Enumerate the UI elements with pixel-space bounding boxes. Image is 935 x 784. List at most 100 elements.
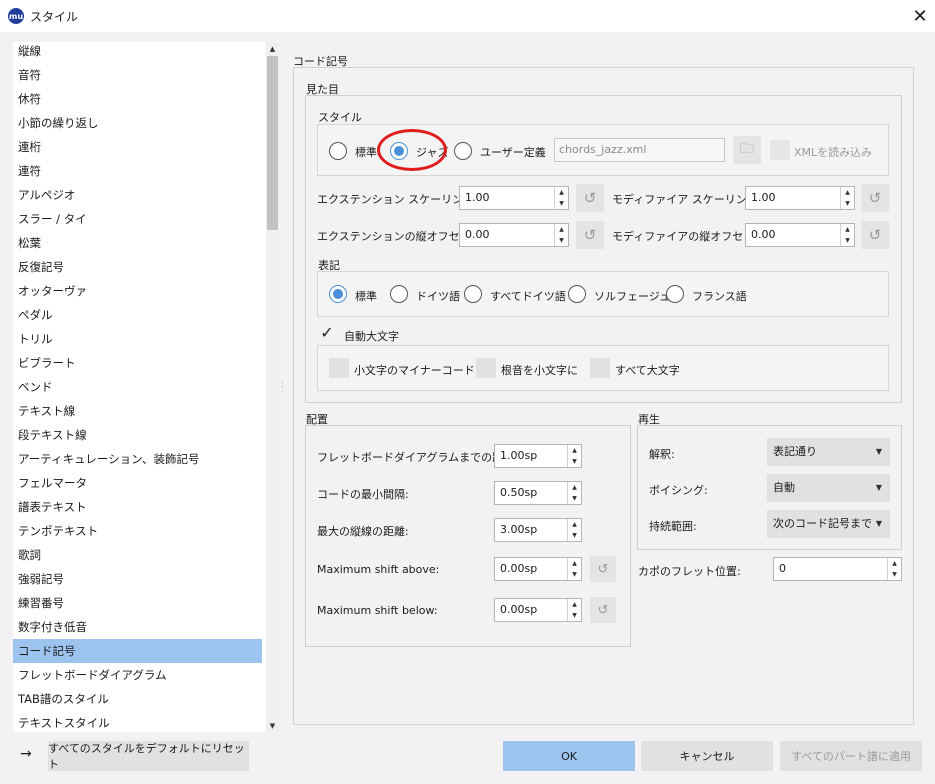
spin-down-icon[interactable]: ▼	[888, 569, 901, 580]
duration-dropdown[interactable]: 次のコード記号まで ▼	[767, 510, 890, 538]
scroll-down-icon[interactable]: ▼	[266, 719, 279, 732]
sidebar-item[interactable]: ビブラート	[13, 351, 266, 375]
sidebar-item[interactable]: 段テキスト線	[13, 423, 266, 447]
chevron-down-icon: ▼	[875, 447, 882, 456]
sidebar-item[interactable]: 連符	[13, 159, 266, 183]
sidebar-item[interactable]: 譜表テキスト	[13, 495, 266, 519]
folder-icon[interactable]: 🗀	[733, 136, 761, 164]
cancel-button[interactable]: キャンセル	[641, 741, 773, 771]
scroll-up-icon[interactable]: ▲	[266, 42, 279, 55]
sidebar-item[interactable]: アルペジオ	[13, 183, 266, 207]
annotation-circle	[377, 129, 447, 171]
splitter-handle[interactable]: · · ·	[281, 380, 284, 396]
load-xml-checkbox[interactable]	[770, 140, 790, 160]
sidebar-item[interactable]: トリル	[13, 327, 266, 351]
extension-offset-value: 0.00	[465, 228, 490, 241]
reset-icon[interactable]: ↺	[576, 184, 604, 212]
notation-radio-french-label: フランス語	[692, 290, 747, 303]
min-chord-spacing-label: コードの最小間隔:	[317, 488, 409, 501]
list-scrollbar[interactable]: ▲ ▼	[266, 42, 279, 732]
all-caps-checkbox[interactable]	[590, 358, 610, 378]
sidebar-item[interactable]: スラー / タイ	[13, 207, 266, 231]
max-shift-above-value: 0.00sp	[500, 562, 538, 575]
sidebar-item[interactable]: 音符	[13, 63, 266, 87]
sidebar-item[interactable]: 歌詞	[13, 543, 266, 567]
sidebar-item[interactable]: フェルマータ	[13, 471, 266, 495]
sidebar-item[interactable]: 縦線	[13, 42, 266, 63]
max-barline-distance-spinbox[interactable]: 3.00sp ▲ ▼	[494, 518, 582, 542]
reset-icon[interactable]: ↺	[576, 221, 604, 249]
extension-scaling-value: 1.00	[465, 191, 490, 204]
extension-scaling-spinbox[interactable]: 1.00 ▲ ▼	[459, 186, 569, 210]
spin-down-icon[interactable]: ▼	[568, 456, 581, 467]
voicing-label: ボイシング:	[649, 484, 708, 497]
spin-down-icon[interactable]: ▼	[555, 235, 568, 246]
sidebar-item[interactable]: フレットボードダイアグラム	[13, 663, 266, 687]
ok-button[interactable]: OK	[503, 741, 635, 771]
reset-icon[interactable]: ↺	[861, 184, 889, 212]
all-caps-label: すべて大文字	[615, 364, 680, 377]
sidebar-item[interactable]: コード記号	[13, 639, 262, 663]
lowercase-bass-label: 根音を小文字に	[501, 364, 578, 377]
reset-icon[interactable]: ↺	[590, 556, 616, 582]
modifier-scaling-label: モディファイア スケーリング:	[612, 193, 762, 206]
style-radio-standard[interactable]	[329, 142, 347, 160]
lowercase-minor-checkbox[interactable]	[329, 358, 349, 378]
fretboard-distance-spinbox[interactable]: 1.00sp ▲ ▼	[494, 444, 582, 468]
min-chord-spacing-value: 0.50sp	[500, 486, 538, 499]
sidebar-item[interactable]: アーティキュレーション、装飾記号	[13, 447, 266, 471]
spin-down-icon[interactable]: ▼	[841, 198, 854, 209]
xml-file-field[interactable]: chords_jazz.xml	[554, 138, 725, 162]
sidebar-item[interactable]: テキストスタイル	[13, 711, 266, 732]
sidebar-item[interactable]: ペダル	[13, 303, 266, 327]
sidebar-item[interactable]: 松葉	[13, 231, 266, 255]
spin-down-icon[interactable]: ▼	[568, 610, 581, 621]
style-category-list: 縦線 音符 休符 小節の繰り返し 連桁 連符 アルペジオ スラー / タイ 松葉 反復記号 オッター…	[13, 42, 266, 732]
modifier-offset-spinbox[interactable]: 0.00 ▲ ▼	[745, 223, 855, 247]
sidebar-item[interactable]: テキスト線	[13, 399, 266, 423]
notation-radio-solfege[interactable]	[568, 285, 586, 303]
spin-down-icon[interactable]: ▼	[568, 493, 581, 504]
apply-to-all-parts-button[interactable]: すべてのパート譜に適用	[780, 741, 922, 771]
load-xml-label: XMLを読み込み	[794, 146, 873, 159]
sidebar-item[interactable]: テンポテキスト	[13, 519, 266, 543]
notation-radio-full-german[interactable]	[464, 285, 482, 303]
sidebar-item[interactable]: 反復記号	[13, 255, 266, 279]
title-bar: mu スタイル ✕	[0, 0, 935, 32]
sidebar-item[interactable]: 強弱記号	[13, 567, 266, 591]
max-shift-below-spinbox[interactable]: 0.00sp ▲ ▼	[494, 598, 582, 622]
sidebar-item[interactable]: 練習番号	[13, 591, 266, 615]
modifier-scaling-spinbox[interactable]: 1.00 ▲ ▼	[745, 186, 855, 210]
fretboard-distance-label: フレットボードダイアグラムまでの距離:	[317, 451, 518, 464]
spin-down-icon[interactable]: ▼	[568, 569, 581, 580]
capo-label: カポのフレット位置:	[638, 565, 741, 578]
spin-down-icon[interactable]: ▼	[555, 198, 568, 209]
notation-radio-french[interactable]	[666, 285, 684, 303]
notation-radio-german[interactable]	[390, 285, 408, 303]
style-radio-custom[interactable]	[454, 142, 472, 160]
sidebar-item[interactable]: ベンド	[13, 375, 266, 399]
max-shift-above-spinbox[interactable]: 0.00sp ▲ ▼	[494, 557, 582, 581]
lowercase-bass-checkbox[interactable]	[476, 358, 496, 378]
sidebar-item[interactable]: 休符	[13, 87, 266, 111]
voicing-dropdown[interactable]: 自動 ▼	[767, 474, 890, 502]
auto-capitalize-checkbox[interactable]: ✓	[317, 323, 337, 343]
spin-down-icon[interactable]: ▼	[568, 530, 581, 541]
extension-offset-spinbox[interactable]: 0.00 ▲ ▼	[459, 223, 569, 247]
sidebar-item[interactable]: 連桁	[13, 135, 266, 159]
notation-radio-standard[interactable]	[329, 285, 347, 303]
modifier-offset-value: 0.00	[751, 228, 776, 241]
scroll-thumb[interactable]	[267, 56, 278, 230]
min-chord-spacing-spinbox[interactable]: 0.50sp ▲ ▼	[494, 481, 582, 505]
reset-icon[interactable]: ↺	[861, 221, 889, 249]
close-icon[interactable]: ✕	[908, 4, 932, 28]
capo-spinbox[interactable]: 0 ▲ ▼	[773, 557, 902, 581]
sidebar-item[interactable]: TAB譜のスタイル	[13, 687, 266, 711]
sidebar-item[interactable]: 小節の繰り返し	[13, 111, 266, 135]
interpretation-dropdown[interactable]: 表記通り ▼	[767, 438, 890, 466]
sidebar-item[interactable]: オッターヴァ	[13, 279, 266, 303]
sidebar-item[interactable]: 数字付き低音	[13, 615, 266, 639]
spin-down-icon[interactable]: ▼	[841, 235, 854, 246]
reset-all-styles-button[interactable]: すべてのスタイルをデフォルトにリセット	[48, 741, 249, 771]
reset-icon[interactable]: ↺	[590, 597, 616, 623]
